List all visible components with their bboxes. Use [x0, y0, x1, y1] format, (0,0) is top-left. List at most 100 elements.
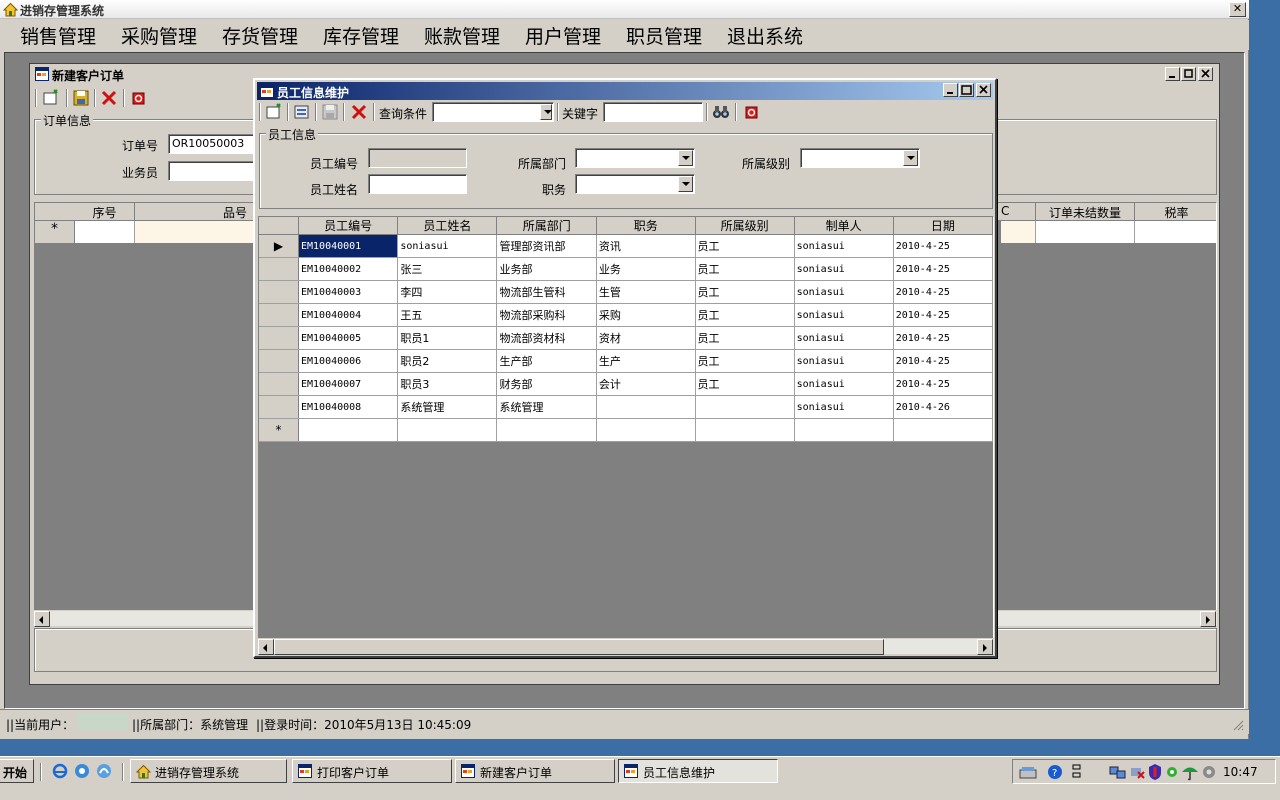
status-icon[interactable] [1165, 764, 1179, 780]
network-icon[interactable] [1109, 764, 1127, 780]
scroll-right-button[interactable] [977, 639, 993, 655]
table-cell[interactable]: EM10040003 [298, 280, 399, 304]
table-cell[interactable]: 李四 [397, 280, 498, 304]
table-cell[interactable]: 张三 [397, 257, 498, 281]
table-cell[interactable]: soniasui [794, 234, 894, 258]
grid-cell[interactable] [135, 221, 255, 243]
menu-purchase[interactable]: 采购管理 [121, 22, 197, 49]
table-cell[interactable]: 员工 [695, 234, 795, 258]
umbrella-icon[interactable] [1181, 763, 1199, 781]
table-cell[interactable]: EM10040001 [298, 234, 399, 258]
col-header-emp-no[interactable]: 员工编号 [298, 217, 399, 235]
scroll-left-button[interactable] [34, 611, 50, 627]
task-button-employee[interactable]: 员工信息维护 [618, 759, 778, 783]
col-header[interactable]: 订单未结数量 [1035, 203, 1135, 221]
table-cell[interactable]: 职员3 [397, 372, 498, 396]
table-cell[interactable]: 2010-4-25 [893, 257, 993, 281]
order-no-field[interactable]: OR10050003 [168, 134, 258, 154]
task-button-main[interactable]: 进销存管理系统 [130, 759, 287, 783]
app-close-button[interactable]: ✕ [1229, 2, 1246, 17]
table-cell[interactable]: 业务部 [496, 257, 597, 281]
table-cell[interactable]: 物流部生管科 [496, 280, 597, 304]
table-cell[interactable]: 生产部 [496, 349, 597, 373]
col-header-level[interactable]: 所属级别 [695, 217, 795, 235]
table-cell[interactable]: 2010-4-25 [893, 349, 993, 373]
row-header[interactable] [259, 349, 299, 373]
table-row[interactable]: EM10040008 系统管理 系统管理 soniasui 2010-4-26 [259, 395, 993, 419]
exit-icon[interactable] [741, 102, 761, 122]
tray-toggle-icon[interactable] [1071, 763, 1083, 781]
table-cell[interactable] [298, 418, 399, 442]
emp-name-field[interactable] [368, 174, 467, 194]
minimize-button[interactable] [1165, 67, 1180, 81]
table-cell[interactable] [695, 395, 795, 419]
table-cell[interactable]: EM10040007 [298, 372, 399, 396]
table-cell[interactable]: soniasui [794, 280, 894, 304]
table-cell[interactable]: EM10040008 [298, 395, 399, 419]
position-select[interactable] [575, 174, 695, 194]
table-cell[interactable]: soniasui [794, 395, 894, 419]
save-icon[interactable] [71, 88, 91, 108]
menu-exit[interactable]: 退出系统 [727, 22, 803, 49]
table-cell[interactable] [893, 418, 993, 442]
table-cell[interactable]: 员工 [695, 372, 795, 396]
table-cell[interactable]: 会计 [596, 372, 696, 396]
department-select[interactable] [575, 148, 695, 168]
table-cell[interactable] [496, 418, 597, 442]
col-header[interactable]: 品号 [135, 203, 255, 221]
col-header[interactable]: 序号 [75, 203, 135, 221]
employee-grid[interactable]: 员工编号 员工姓名 所属部门 职务 所属级别 制单人 日期 ▶ EM1004000… [258, 216, 994, 640]
employee-grid-hscroll[interactable] [258, 638, 994, 655]
table-cell[interactable]: 员工 [695, 257, 795, 281]
table-cell[interactable]: soniasui [794, 303, 894, 327]
ie-icon[interactable] [52, 763, 68, 779]
table-cell[interactable]: 生管 [596, 280, 696, 304]
table-cell[interactable]: EM10040006 [298, 349, 399, 373]
table-cell[interactable]: EM10040004 [298, 303, 399, 327]
row-header[interactable]: ▶ [259, 234, 299, 258]
row-header[interactable] [259, 280, 299, 304]
disk-icon[interactable] [1019, 764, 1037, 780]
edit-icon[interactable] [292, 102, 312, 122]
menu-accounts[interactable]: 账款管理 [424, 22, 500, 49]
task-button-new-order[interactable]: 新建客户订单 [455, 759, 615, 783]
table-cell[interactable]: 员工 [695, 280, 795, 304]
close-button[interactable] [1198, 67, 1213, 81]
table-cell[interactable]: soniasui [794, 257, 894, 281]
table-cell[interactable]: 物流部资材科 [496, 326, 597, 350]
table-row[interactable]: EM10040002 张三 业务部 业务 员工 soniasui 2010-4-25 [259, 257, 993, 281]
table-row[interactable]: EM10040006 职员2 生产部 生产 员工 soniasui 2010-4-25 [259, 349, 993, 373]
minimize-button[interactable] [943, 83, 958, 97]
table-cell[interactable]: EM10040005 [298, 326, 399, 350]
col-header-position[interactable]: 职务 [596, 217, 696, 235]
new-icon[interactable] [41, 88, 61, 108]
row-header[interactable] [259, 395, 299, 419]
table-row[interactable]: EM10040004 王五 物流部采购科 采购 员工 soniasui 2010-4-25 [259, 303, 993, 327]
new-icon[interactable] [264, 102, 284, 122]
row-header[interactable] [259, 303, 299, 327]
table-cell[interactable]: 2010-4-25 [893, 234, 993, 258]
table-cell[interactable]: 2010-4-25 [893, 372, 993, 396]
chevron-down-icon[interactable] [678, 150, 693, 166]
restore-button[interactable] [1181, 67, 1196, 81]
menu-stock-goods[interactable]: 存货管理 [222, 22, 298, 49]
col-header-emp-name[interactable]: 员工姓名 [397, 217, 498, 235]
table-cell[interactable]: 财务部 [496, 372, 597, 396]
table-cell[interactable]: 采购 [596, 303, 696, 327]
volume-icon[interactable] [1201, 764, 1217, 780]
table-cell[interactable] [794, 418, 894, 442]
col-header[interactable]: 税率 [1135, 203, 1216, 221]
table-cell[interactable]: 2010-4-25 [893, 303, 993, 327]
grid-cell[interactable] [1035, 221, 1135, 243]
grid-cell[interactable] [1135, 221, 1216, 243]
menu-inventory[interactable]: 库存管理 [323, 22, 399, 49]
table-cell[interactable]: soniasui [794, 349, 894, 373]
chevron-down-icon[interactable] [540, 104, 552, 120]
chevron-down-icon[interactable] [678, 176, 693, 192]
table-cell[interactable]: EM10040002 [298, 257, 399, 281]
help-icon[interactable]: ? [1047, 764, 1063, 780]
menu-users[interactable]: 用户管理 [525, 22, 601, 49]
scroll-thumb[interactable] [274, 639, 884, 655]
table-cell[interactable]: 2010-4-25 [893, 280, 993, 304]
level-select[interactable] [800, 148, 920, 168]
